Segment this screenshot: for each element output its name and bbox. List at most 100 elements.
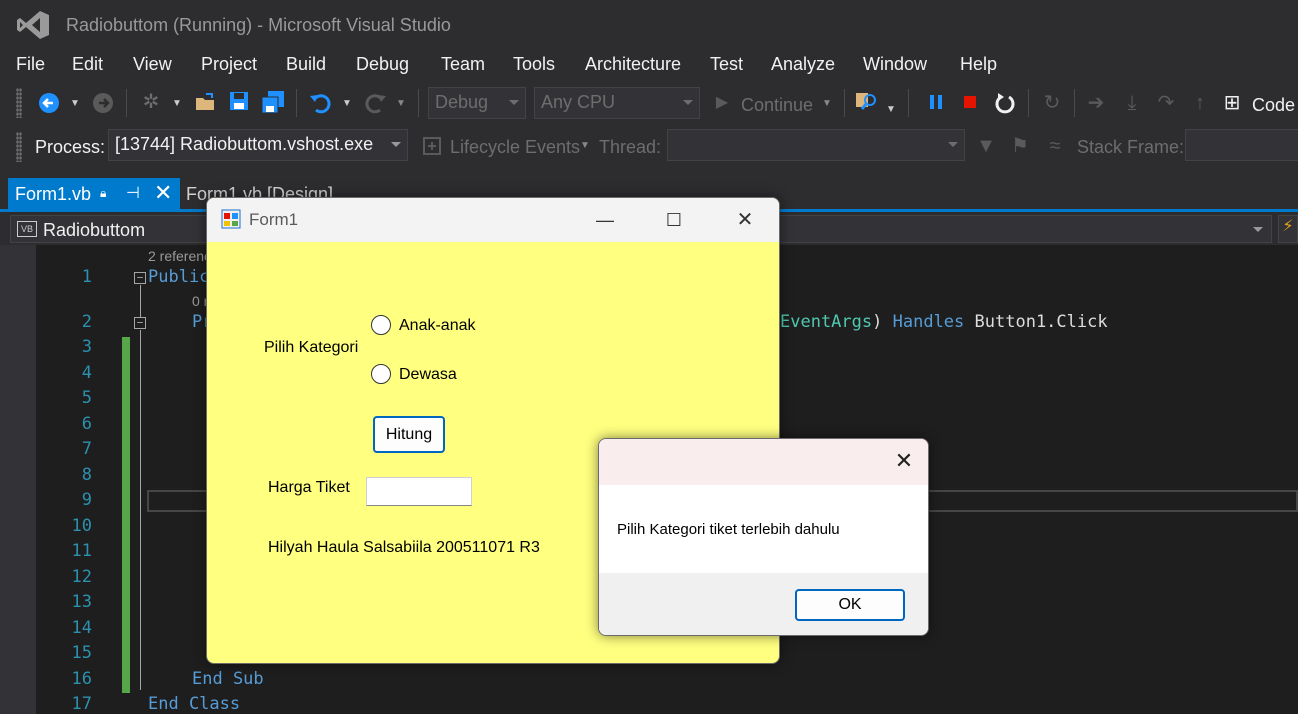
menu-file[interactable]: File bbox=[16, 54, 45, 75]
pin-icon[interactable]: ⊣ bbox=[126, 183, 140, 203]
toggle-threads-icon[interactable]: ≈ bbox=[1042, 134, 1068, 158]
new-project-icon[interactable]: ✲ bbox=[138, 90, 164, 114]
toolbar-separator bbox=[844, 89, 845, 117]
label-author: Hilyah Haula Salsabiila 200511071 R3 bbox=[268, 539, 540, 556]
menu-edit[interactable]: Edit bbox=[72, 54, 103, 75]
code-line-17: End Class bbox=[148, 694, 241, 714]
close-icon[interactable]: ✕ bbox=[892, 449, 916, 473]
navigate-forward-icon[interactable] bbox=[92, 92, 114, 114]
menu-team[interactable]: Team bbox=[441, 54, 485, 75]
stack-frame-select[interactable] bbox=[1185, 129, 1298, 161]
code-map-icon[interactable]: ⊞ bbox=[1220, 91, 1244, 115]
configuration-value: Debug bbox=[435, 92, 489, 112]
toolbar-separator bbox=[1074, 89, 1075, 117]
project-name: Radiobuttom bbox=[43, 220, 146, 240]
toolbar-grip[interactable] bbox=[16, 132, 22, 162]
standard-toolbar: ▼ ✲ ▼ ▼ ▼ Debug Any CPU ▶ Continue ▼ ▼ ↻… bbox=[0, 82, 1298, 124]
line-number: 3 bbox=[81, 337, 92, 357]
radio-dewasa-label[interactable]: Dewasa bbox=[399, 366, 457, 384]
form1-title: Form1 bbox=[249, 210, 299, 229]
flag-threads-icon[interactable]: ⚑ bbox=[1008, 134, 1032, 158]
tab-form1-vb-label: Form1.vb bbox=[15, 184, 92, 204]
step-over-icon[interactable]: ⤓ bbox=[1120, 91, 1144, 115]
menu-test[interactable]: Test bbox=[710, 54, 743, 75]
stack-frame-label: Stack Frame: bbox=[1077, 137, 1185, 157]
continue-button[interactable]: Continue bbox=[741, 95, 813, 116]
step-out-icon[interactable]: ↷ bbox=[1154, 91, 1178, 115]
continue-play-icon[interactable]: ▶ bbox=[712, 91, 732, 115]
radio-dewasa[interactable] bbox=[371, 364, 391, 384]
open-folder-icon[interactable] bbox=[194, 90, 218, 114]
minimize-icon[interactable]: — bbox=[585, 206, 625, 234]
line-number: 12 bbox=[71, 567, 92, 587]
filter-icon[interactable]: ▼ bbox=[974, 134, 998, 158]
outline-line bbox=[140, 285, 141, 317]
menu-view[interactable]: View bbox=[133, 54, 172, 75]
lifecycle-events-button[interactable]: Lifecycle Events bbox=[450, 137, 580, 158]
menu-tools[interactable]: Tools bbox=[513, 54, 555, 75]
dropdown-arrow-icon[interactable]: ▼ bbox=[884, 98, 898, 122]
dropdown-arrow-icon[interactable]: ▼ bbox=[394, 92, 408, 116]
dropdown-arrow-icon[interactable]: ▼ bbox=[820, 92, 834, 116]
solution-configuration-select[interactable]: Debug bbox=[428, 87, 526, 119]
menu-analyze[interactable]: Analyze bbox=[771, 54, 835, 75]
dropdown-arrow-icon[interactable]: ▼ bbox=[340, 92, 354, 116]
toolbar-grip[interactable] bbox=[16, 88, 22, 118]
radio-anak-anak-label[interactable]: Anak-anak bbox=[399, 317, 476, 335]
undo-icon[interactable] bbox=[308, 90, 332, 114]
line-number: 7 bbox=[81, 439, 92, 459]
menu-window[interactable]: Window bbox=[863, 54, 927, 75]
lifecycle-events-icon[interactable] bbox=[422, 136, 442, 156]
menu-debug[interactable]: Debug bbox=[356, 54, 409, 75]
lock-icon: 🔒︎ bbox=[100, 186, 107, 200]
thread-label: Thread: bbox=[599, 137, 662, 157]
collapse-class-icon[interactable]: − bbox=[134, 272, 146, 284]
label-pilih-kategori: Pilih Kategori bbox=[264, 339, 359, 356]
harga-tiket-input[interactable] bbox=[366, 477, 472, 506]
step-into-icon[interactable]: ➔ bbox=[1084, 91, 1108, 115]
glyph-margin[interactable] bbox=[0, 245, 36, 714]
toolbar-separator bbox=[908, 89, 909, 117]
hitung-button[interactable]: Hitung bbox=[373, 416, 445, 453]
pause-icon[interactable] bbox=[926, 92, 946, 112]
code-map-button[interactable]: Code bbox=[1252, 95, 1295, 116]
stop-icon[interactable] bbox=[960, 92, 980, 112]
step-up-icon[interactable]: ↑ bbox=[1188, 91, 1212, 115]
collapse-method-icon[interactable]: − bbox=[134, 317, 146, 329]
maximize-icon[interactable]: ☐ bbox=[654, 206, 694, 234]
dropdown-arrow-icon[interactable]: ▼ bbox=[170, 92, 184, 116]
message-text: Pilih Kategori tiket terlebih dahulu bbox=[617, 521, 840, 538]
dropdown-arrow-icon[interactable]: ▼ bbox=[68, 92, 82, 116]
thread-select[interactable] bbox=[667, 129, 965, 161]
line-number: 13 bbox=[71, 592, 92, 612]
message-box-title-bar[interactable]: ✕ bbox=[599, 439, 928, 485]
form1-title-bar[interactable]: Form1 — ☐ ✕ bbox=[207, 198, 779, 242]
close-tab-icon[interactable]: ✕ bbox=[154, 180, 172, 206]
ok-button[interactable]: OK bbox=[795, 589, 905, 621]
menu-build[interactable]: Build bbox=[286, 54, 326, 75]
tab-form1-vb[interactable]: Form1.vb 🔒︎ ⊣ ✕ bbox=[8, 178, 180, 210]
menu-architecture[interactable]: Architecture bbox=[585, 54, 681, 75]
find-in-files-icon[interactable] bbox=[854, 90, 880, 114]
show-next-statement-icon[interactable]: ↻ bbox=[1040, 91, 1064, 115]
split-editor-icon[interactable]: ⚡ bbox=[1278, 215, 1298, 243]
line-number: 4 bbox=[81, 363, 92, 383]
restart-icon[interactable] bbox=[993, 91, 1017, 115]
toolbar-separator bbox=[418, 89, 419, 117]
redo-icon[interactable] bbox=[364, 90, 388, 114]
close-icon[interactable]: ✕ bbox=[725, 206, 765, 234]
title-bar: Radiobuttom (Running) - Microsoft Visual… bbox=[0, 0, 1298, 50]
process-select[interactable]: [13744] Radiobuttom.vshost.exe bbox=[108, 129, 408, 161]
navigate-back-icon[interactable] bbox=[38, 92, 60, 114]
save-all-icon[interactable] bbox=[260, 90, 286, 114]
line-number: 8 bbox=[81, 465, 92, 485]
radio-anak-anak[interactable] bbox=[371, 315, 391, 335]
debug-location-toolbar: Process: [13744] Radiobuttom.vshost.exe … bbox=[0, 126, 1298, 168]
line-number: 10 bbox=[71, 516, 92, 536]
line-number: 6 bbox=[81, 414, 92, 434]
solution-platform-select[interactable]: Any CPU bbox=[534, 87, 700, 119]
save-icon[interactable] bbox=[228, 90, 250, 112]
dropdown-arrow-icon[interactable]: ▼ bbox=[578, 134, 592, 158]
menu-project[interactable]: Project bbox=[201, 54, 257, 75]
menu-help[interactable]: Help bbox=[960, 54, 997, 75]
